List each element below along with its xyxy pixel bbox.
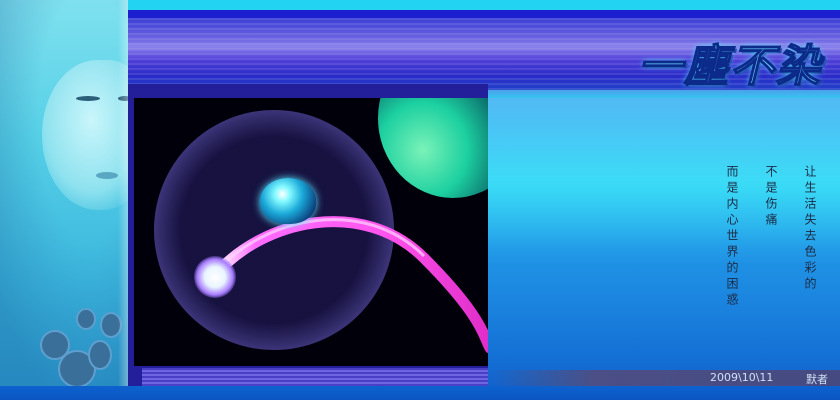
blog-banner: 一塵不染 让生活失去色彩的 不是伤痛 而是内心世界的困惑 2009\10\11 …: [0, 0, 840, 400]
lips: [96, 172, 118, 179]
photo-droplet: [260, 178, 316, 224]
bottom-band: [0, 386, 840, 400]
photo-water-drop: [134, 98, 488, 366]
poem-line-3: 而是内心世界的困惑: [725, 165, 739, 309]
photo-caption-bar: [142, 368, 488, 386]
post-author: 默者: [806, 373, 828, 386]
poem-line-2: 不是伤痛: [764, 165, 778, 229]
post-date: 2009\10\11: [710, 371, 774, 384]
page-title: 一塵不染: [637, 40, 822, 93]
necklace-bead: [88, 340, 112, 370]
top-dark-band: [128, 10, 840, 18]
photo-stem: [208, 216, 488, 354]
panel-edge: [118, 0, 128, 400]
photo-stem-glow: [194, 256, 236, 298]
footer-bar: [488, 370, 840, 386]
eye-left: [76, 96, 100, 101]
necklace-bead: [76, 308, 96, 330]
top-accent-band: [128, 0, 840, 10]
portrait-panel: [0, 0, 128, 400]
right-haze: [488, 98, 840, 400]
poem-line-1: 让生活失去色彩的: [803, 165, 817, 293]
